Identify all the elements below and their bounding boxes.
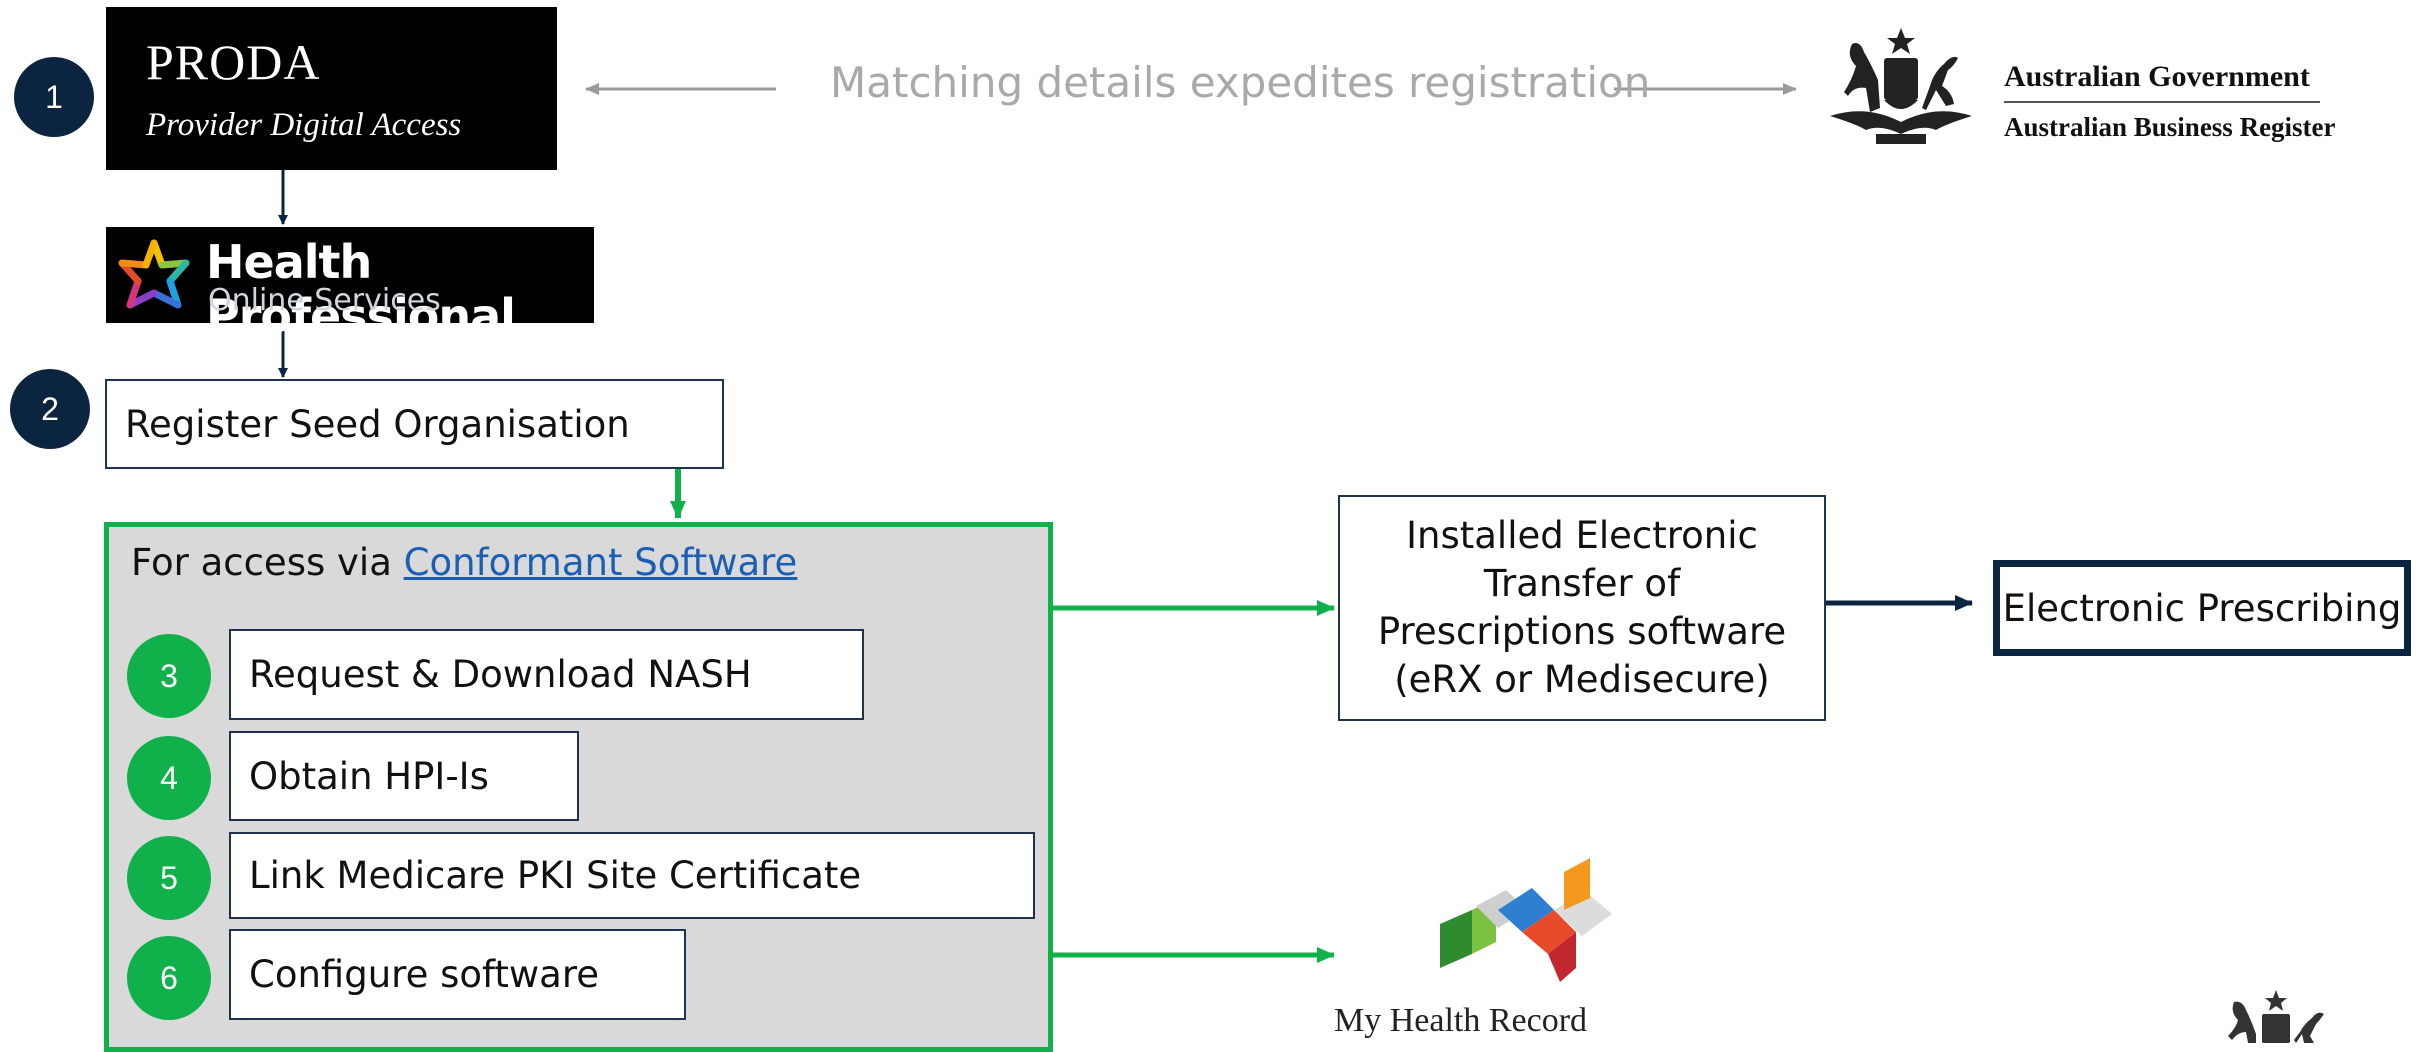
obtain-hpi-is-box: Obtain HPI-Is: [229, 731, 579, 821]
step-5-badge: 5: [127, 836, 211, 920]
hpos-logo: Health Professional Online Services: [106, 227, 594, 343]
register-seed-organisation-box: Register Seed Organisation: [105, 379, 724, 469]
step-4-number: 4: [160, 759, 178, 796]
etp-software-box: Installed Electronic Transfer of Prescri…: [1338, 495, 1826, 721]
step-1-badge: 1: [14, 57, 94, 137]
coat-of-arms-icon: [1830, 28, 1972, 144]
access-heading: For access via Conformant Software: [131, 541, 797, 584]
step-3-badge: 3: [127, 634, 211, 718]
step-2-badge: 2: [10, 369, 90, 449]
abr-logo: Australian Government Australian Busines…: [1826, 24, 2346, 154]
step-1-number: 1: [45, 78, 63, 115]
configure-software-label: Configure software: [249, 953, 599, 996]
obtain-hpi-is-label: Obtain HPI-Is: [249, 754, 489, 798]
proda-subtitle: Provider Digital Access: [146, 107, 462, 143]
coat-of-arms-icon: [2228, 990, 2324, 1043]
configure-software-box: Configure software: [229, 929, 686, 1020]
step-5-number: 5: [160, 859, 178, 896]
step-4-badge: 4: [127, 736, 211, 820]
access-prefix: For access via: [131, 541, 404, 584]
hpos-star-icon: [118, 239, 190, 309]
electronic-prescribing-box: Electronic Prescribing: [1993, 560, 2411, 656]
electronic-prescribing-label: Electronic Prescribing: [2002, 586, 2402, 630]
step-6-number: 6: [160, 959, 178, 996]
request-download-nash-box: Request & Download NASH: [229, 629, 864, 720]
proda-title: PRODA: [146, 34, 321, 90]
proda-logo: PRODA Provider Digital Access: [106, 7, 557, 170]
step-2-number: 2: [41, 390, 59, 427]
hpos-subtitle: Online Services: [208, 283, 441, 318]
conformant-software-link[interactable]: Conformant Software: [404, 541, 798, 584]
abr-divider: [2004, 101, 2320, 103]
register-seed-organisation-label: Register Seed Organisation: [125, 402, 630, 446]
etp-software-label: Installed Electronic Transfer of Prescri…: [1377, 514, 1787, 701]
step-3-number: 3: [160, 657, 178, 694]
my-health-record-label: My Health Record: [1334, 1002, 1588, 1039]
abr-line-1: Australian Government: [2004, 60, 2310, 93]
my-health-record-logo-icon: [1440, 858, 1612, 982]
step-6-badge: 6: [127, 936, 211, 1020]
link-medicare-pki-box: Link Medicare PKI Site Certificate: [229, 832, 1035, 919]
link-medicare-pki-label: Link Medicare PKI Site Certificate: [249, 854, 862, 897]
request-download-nash-label: Request & Download NASH: [249, 653, 752, 696]
matching-details-text: Matching details expedites registration: [830, 58, 1651, 107]
abr-line-2: Australian Business Register: [2004, 112, 2336, 142]
